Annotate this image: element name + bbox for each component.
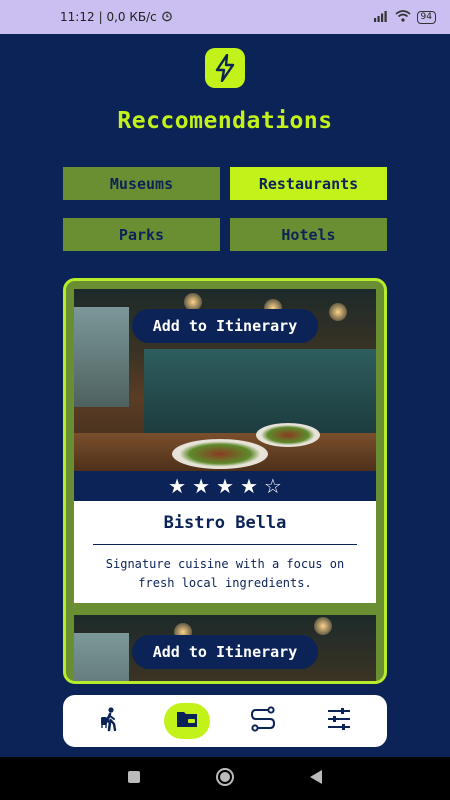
status-time: 11:12 [60,10,95,24]
recommendation-card: Add to Itinerary [74,615,376,681]
recents-square-icon[interactable] [127,769,141,788]
recommendations-list[interactable]: Add to Itinerary ★ ★ ★ ★ ☆ Bistro Bella … [63,278,387,684]
place-name: Bistro Bella [163,513,287,533]
route-icon [249,706,277,736]
recommendation-card: Add to Itinerary ★ ★ ★ ★ ☆ Bistro Bella … [74,289,376,603]
page-title: Reccomendations [117,108,333,134]
star-filled-icon: ★ [168,474,187,498]
restaurant-photo: Add to Itinerary [74,289,376,471]
bottom-navigation [63,695,387,747]
lightning-bolt-icon [205,48,245,88]
traveler-icon [98,706,124,736]
wallet-icon [175,709,199,733]
restaurant-photo: Add to Itinerary [74,615,376,681]
nav-traveler[interactable] [88,703,134,739]
category-hotels-button[interactable]: Hotels [230,218,387,251]
star-filled-icon: ★ [216,474,234,498]
star-filled-icon: ★ [192,474,211,498]
wifi-icon [395,9,411,25]
nav-filters[interactable] [316,703,362,739]
card-body: Bistro Bella Signature cuisine with a fo… [74,501,376,603]
category-parks-button[interactable]: Parks [63,218,220,251]
nav-route[interactable] [240,703,286,739]
signal-icon [373,10,389,25]
add-to-itinerary-button[interactable]: Add to Itinerary [132,309,318,343]
star-filled-icon: ★ [239,474,258,498]
category-restaurants-button[interactable]: Restaurants [230,167,387,200]
status-bar: 11:12 | 0,0 КБ/с 94 [0,0,450,34]
home-circle-icon[interactable] [215,767,235,791]
add-to-itinerary-button[interactable]: Add to Itinerary [132,635,318,669]
place-description: Signature cuisine with a focus on fresh … [105,557,345,590]
rating-stars: ★ ★ ★ ★ ☆ [74,471,376,501]
back-triangle-icon[interactable] [309,769,323,789]
category-museums-button[interactable]: Museums [63,167,220,200]
nav-wallet[interactable] [164,703,210,739]
system-navigation-bar [0,757,450,800]
divider [93,544,357,545]
star-empty-icon: ☆ [263,474,282,498]
status-network: | 0,0 КБ/с [98,10,157,24]
battery-icon: 94 [416,10,436,24]
alarm-icon [161,10,173,25]
sliders-icon [326,707,352,735]
